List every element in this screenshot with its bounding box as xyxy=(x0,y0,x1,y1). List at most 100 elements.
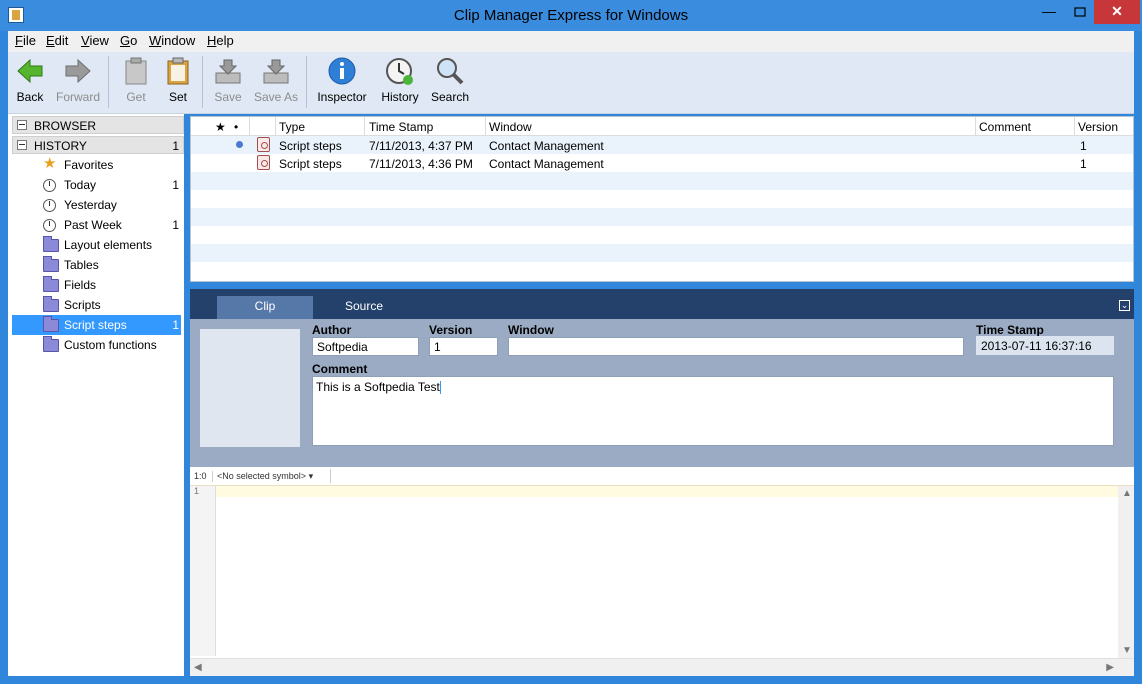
scroll-right-icon[interactable]: ▶ xyxy=(1106,662,1114,673)
collapse-icon[interactable] xyxy=(17,140,27,150)
clock-icon xyxy=(43,199,56,212)
version-label: Version xyxy=(429,323,473,337)
empty-row xyxy=(191,190,1133,208)
forward-button[interactable]: Forward xyxy=(54,56,102,110)
text-caret xyxy=(439,381,441,395)
clipboard-get-icon xyxy=(125,57,147,85)
collapse-detail-button[interactable]: ⌄ xyxy=(1119,300,1130,311)
toolbar-separator xyxy=(108,56,109,108)
menu-edit[interactable]: Edit xyxy=(46,33,68,48)
app-window: Clip Manager Express for Windows — ✕ Fil… xyxy=(0,0,1142,684)
scroll-down-icon[interactable]: ▼ xyxy=(1122,645,1132,656)
scroll-up-icon[interactable]: ▲ xyxy=(1122,488,1132,499)
column-header-favorite[interactable]: ★ xyxy=(215,120,226,134)
save-as-drive-icon xyxy=(263,59,289,84)
menu-go[interactable]: Go xyxy=(120,33,137,48)
table-row[interactable]: Script steps 7/11/2013, 4:36 PM Contact … xyxy=(191,154,1133,172)
scroll-left-icon[interactable]: ◀ xyxy=(194,662,202,673)
current-version-icon xyxy=(236,141,243,148)
line-number: 1 xyxy=(194,486,200,496)
cursor-position: 1:0 xyxy=(194,471,207,481)
menu-window[interactable]: Window xyxy=(149,33,195,48)
save-drive-icon xyxy=(215,59,241,84)
line-gutter: 1 xyxy=(190,486,216,656)
column-header-current[interactable]: • xyxy=(234,120,238,134)
history-section-header[interactable]: HISTORY 1 xyxy=(12,136,184,154)
menu-file[interactable]: File xyxy=(15,33,36,48)
set-button[interactable]: Set xyxy=(160,56,196,110)
save-button[interactable]: Save xyxy=(210,56,246,110)
table-row[interactable]: Script steps 7/11/2013, 4:37 PM Contact … xyxy=(191,136,1133,154)
save-as-button[interactable]: Save As xyxy=(254,56,298,110)
script-step-icon xyxy=(257,155,270,170)
column-header-comment[interactable]: Comment xyxy=(979,120,1031,134)
window-title: Clip Manager Express for Windows xyxy=(453,7,689,24)
sidebar-item-custom-functions[interactable]: Custom functions xyxy=(12,335,181,355)
column-header-timestamp[interactable]: Time Stamp xyxy=(369,120,433,134)
vertical-scrollbar[interactable]: ▲ ▼ xyxy=(1118,486,1134,658)
collapse-icon[interactable] xyxy=(17,120,27,130)
current-line-highlight xyxy=(216,486,1118,497)
browser-section-header[interactable]: BROWSER xyxy=(12,116,184,134)
menu-view[interactable]: View xyxy=(81,33,109,48)
comment-field[interactable]: This is a Softpedia Test xyxy=(312,376,1114,446)
tab-source[interactable]: Source xyxy=(316,296,412,319)
column-divider[interactable] xyxy=(249,117,250,136)
column-header-version[interactable]: Version xyxy=(1078,120,1118,134)
column-divider[interactable] xyxy=(485,117,486,136)
title-bar[interactable]: Clip Manager Express for Windows — ✕ xyxy=(0,0,1142,31)
maximize-icon xyxy=(1074,7,1086,17)
get-button[interactable]: Get xyxy=(118,56,154,110)
column-divider[interactable] xyxy=(975,117,976,136)
symbol-selector[interactable]: <No selected symbol> ▾ xyxy=(212,471,313,482)
star-icon: ★ xyxy=(43,155,57,172)
sidebar-item-layout-elements[interactable]: Layout elements xyxy=(12,235,181,255)
tab-clip[interactable]: Clip xyxy=(217,296,313,319)
search-icon xyxy=(437,58,464,85)
empty-row xyxy=(191,208,1133,226)
inspector-button[interactable]: Inspector xyxy=(316,56,368,110)
minimize-button[interactable]: — xyxy=(1032,0,1066,24)
history-button[interactable]: History xyxy=(378,56,422,110)
clip-thumbnail xyxy=(200,329,300,447)
column-header-type[interactable]: Type xyxy=(279,120,305,134)
sidebar-item-today[interactable]: Today 1 xyxy=(12,175,181,195)
dropdown-arrow-icon: ▾ xyxy=(308,471,314,481)
column-divider[interactable] xyxy=(364,117,365,136)
close-button[interactable]: ✕ xyxy=(1094,0,1140,24)
folder-icon xyxy=(43,316,59,332)
history-clock-icon xyxy=(386,58,413,85)
column-header-window[interactable]: Window xyxy=(489,120,532,134)
version-field[interactable] xyxy=(429,337,498,356)
source-editor[interactable]: 1 ▲ ▼ ◀ ▶ xyxy=(190,486,1134,676)
column-divider[interactable] xyxy=(1074,117,1075,136)
empty-row xyxy=(191,172,1133,190)
forward-arrow-icon xyxy=(65,58,91,84)
column-divider[interactable] xyxy=(275,117,276,136)
clock-icon xyxy=(43,219,56,232)
author-field[interactable] xyxy=(312,337,419,356)
empty-row xyxy=(191,226,1133,244)
folder-icon xyxy=(43,276,59,292)
sidebar-item-script-steps[interactable]: Script steps 1 xyxy=(12,315,181,335)
folder-icon xyxy=(43,296,59,312)
search-button[interactable]: Search xyxy=(430,56,470,110)
folder-icon xyxy=(43,236,59,252)
back-arrow-icon xyxy=(17,58,43,84)
clock-icon xyxy=(43,179,56,192)
clip-list: ★ • Type Time Stamp Window Comment Versi… xyxy=(190,116,1134,282)
sidebar-item-fields[interactable]: Fields xyxy=(12,275,181,295)
sidebar-item-scripts[interactable]: Scripts xyxy=(12,295,181,315)
timestamp-label: Time Stamp xyxy=(976,323,1044,337)
sidebar-item-tables[interactable]: Tables xyxy=(12,255,181,275)
sidebar-item-yesterday[interactable]: Yesterday xyxy=(12,195,181,215)
sidebar-item-past-week[interactable]: Past Week 1 xyxy=(12,215,181,235)
horizontal-scrollbar[interactable]: ◀ ▶ xyxy=(190,658,1134,676)
sidebar-item-favorites[interactable]: ★ Favorites xyxy=(12,155,181,175)
menu-help[interactable]: Help xyxy=(207,33,234,48)
toolbar: Back Forward Get Set Save Save As Inspec… xyxy=(8,52,1134,114)
menu-bar: File Edit View Go Window Help xyxy=(8,31,1134,52)
maximize-button[interactable] xyxy=(1066,0,1094,24)
window-field[interactable] xyxy=(508,337,964,356)
back-button[interactable]: Back xyxy=(12,56,48,110)
